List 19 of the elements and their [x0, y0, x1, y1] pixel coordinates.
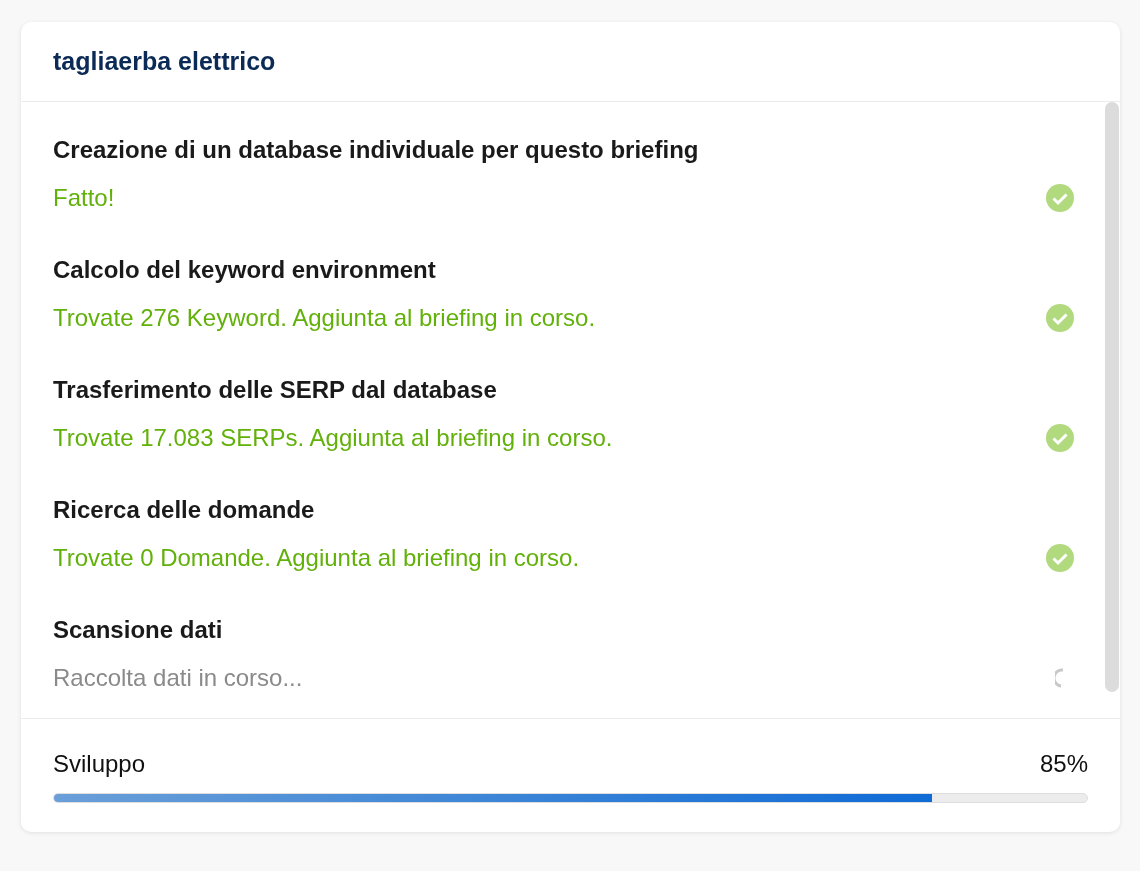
step-status: Raccolta dati in corso... — [53, 663, 304, 693]
check-circle-icon — [1046, 304, 1074, 332]
step-status: Trovate 17.083 SERPs. Aggiunta al briefing in corso. — [53, 423, 614, 453]
check-circle-icon — [1046, 424, 1074, 452]
step-title: Trasferimento delle SERP dal database — [53, 375, 498, 405]
step-title: Calcolo del keyword environment — [53, 255, 437, 285]
spinner-icon — [1055, 668, 1065, 688]
card-title: tagliaerba elettrico — [53, 47, 276, 76]
check-circle-icon — [1046, 544, 1074, 572]
check-circle-icon — [1046, 184, 1074, 212]
step-status: Trovate 276 Keyword. Aggiunta al briefing in corso. — [53, 303, 597, 333]
progress-label: Sviluppo — [53, 749, 146, 779]
step-title: Creazione di un database individuale per questo briefing — [53, 135, 700, 165]
step-status: Trovate 0 Domande. Aggiunta al briefing in corso. — [53, 543, 581, 573]
step-status: Fatto! — [53, 183, 116, 213]
progress-percent: 85% — [1039, 749, 1088, 779]
scrollbar[interactable] — [1105, 102, 1119, 692]
step-title: Ricerca delle domande — [53, 495, 316, 525]
step-title: Scansione dati — [53, 615, 224, 645]
